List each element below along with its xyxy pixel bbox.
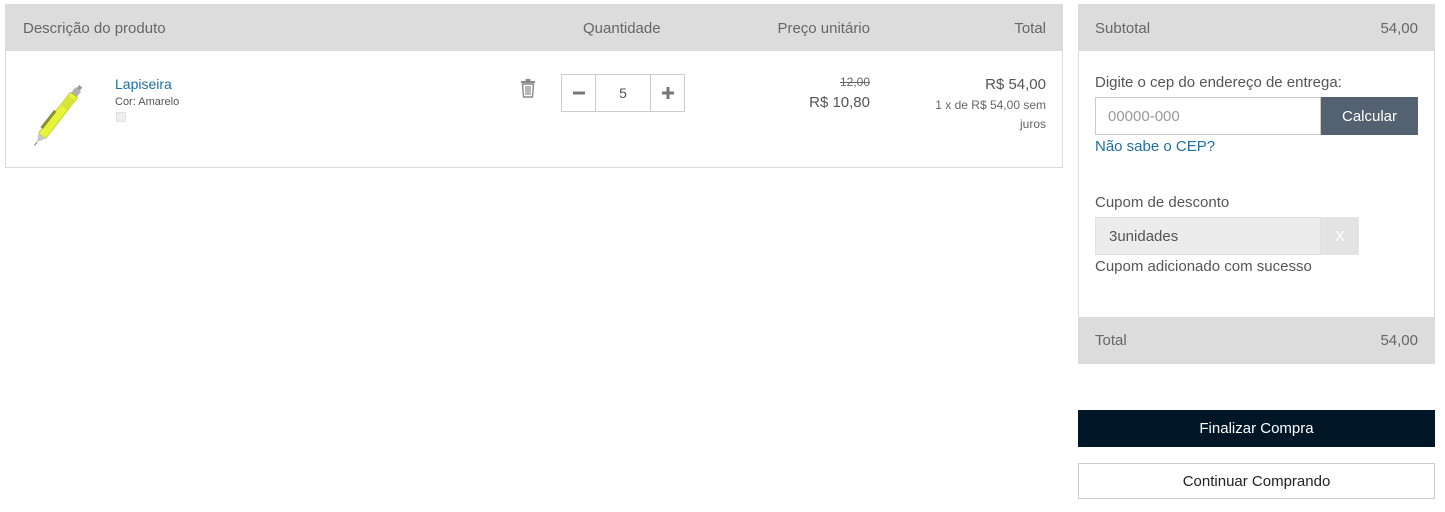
installments-text: 1 x de R$ 54,00 sem juros xyxy=(935,98,1046,131)
order-summary: Subtotal 54,00 Digite o cep do endereço … xyxy=(1078,4,1435,364)
unit-price: R$ 10,80 xyxy=(809,94,870,111)
cep-label: Digite o cep do endereço de entrega: xyxy=(1095,74,1342,91)
old-unit-price: 12,00 xyxy=(839,75,870,89)
pencil-icon[interactable] xyxy=(26,75,98,147)
cart-item-row: Lapiseira Cor: Amarelo 12,00 R$ 10,80 R$… xyxy=(6,51,1062,167)
cart-header: Descrição do produto Quantidade Preço un… xyxy=(6,5,1062,51)
header-total: Total xyxy=(1014,20,1046,37)
total-value: 54,00 xyxy=(1380,332,1418,349)
product-variant: Cor: Amarelo xyxy=(115,96,180,108)
plus-icon xyxy=(661,87,674,99)
variant-swatch xyxy=(116,112,126,122)
quantity-input[interactable] xyxy=(596,75,650,111)
product-name-link[interactable]: Lapiseira xyxy=(115,76,172,92)
quantity-decrease-button[interactable] xyxy=(562,75,596,111)
coupon-label: Cupom de desconto xyxy=(1095,194,1230,211)
quantity-stepper xyxy=(561,74,685,112)
total-label: Total xyxy=(1095,332,1127,349)
total-row: Total 54,00 xyxy=(1079,317,1434,363)
subtotal-row: Subtotal 54,00 xyxy=(1079,5,1434,51)
subtotal-value: 54,00 xyxy=(1380,20,1418,37)
coupon-input[interactable] xyxy=(1095,217,1321,255)
continue-shopping-button[interactable]: Continuar Comprando xyxy=(1078,463,1435,499)
remove-coupon-button[interactable]: X xyxy=(1321,217,1359,255)
trash-icon[interactable] xyxy=(518,78,538,98)
quantity-increase-button[interactable] xyxy=(650,75,684,111)
finalize-purchase-button[interactable]: Finalizar Compra xyxy=(1078,410,1435,447)
cart-table: Descrição do produto Quantidade Preço un… xyxy=(5,4,1063,168)
coupon-success-message: Cupom adicionado com sucesso xyxy=(1095,258,1312,275)
find-cep-link[interactable]: Não sabe o CEP? xyxy=(1095,138,1215,155)
header-unit-price: Preço unitário xyxy=(777,20,870,37)
header-quantity: Quantidade xyxy=(583,20,661,37)
cep-input[interactable] xyxy=(1095,97,1321,135)
subtotal-label: Subtotal xyxy=(1095,20,1151,37)
minus-icon xyxy=(572,91,585,95)
calculate-shipping-button[interactable]: Calcular xyxy=(1321,97,1418,135)
line-total: R$ 54,00 xyxy=(985,76,1046,93)
header-description: Descrição do produto xyxy=(23,20,166,37)
